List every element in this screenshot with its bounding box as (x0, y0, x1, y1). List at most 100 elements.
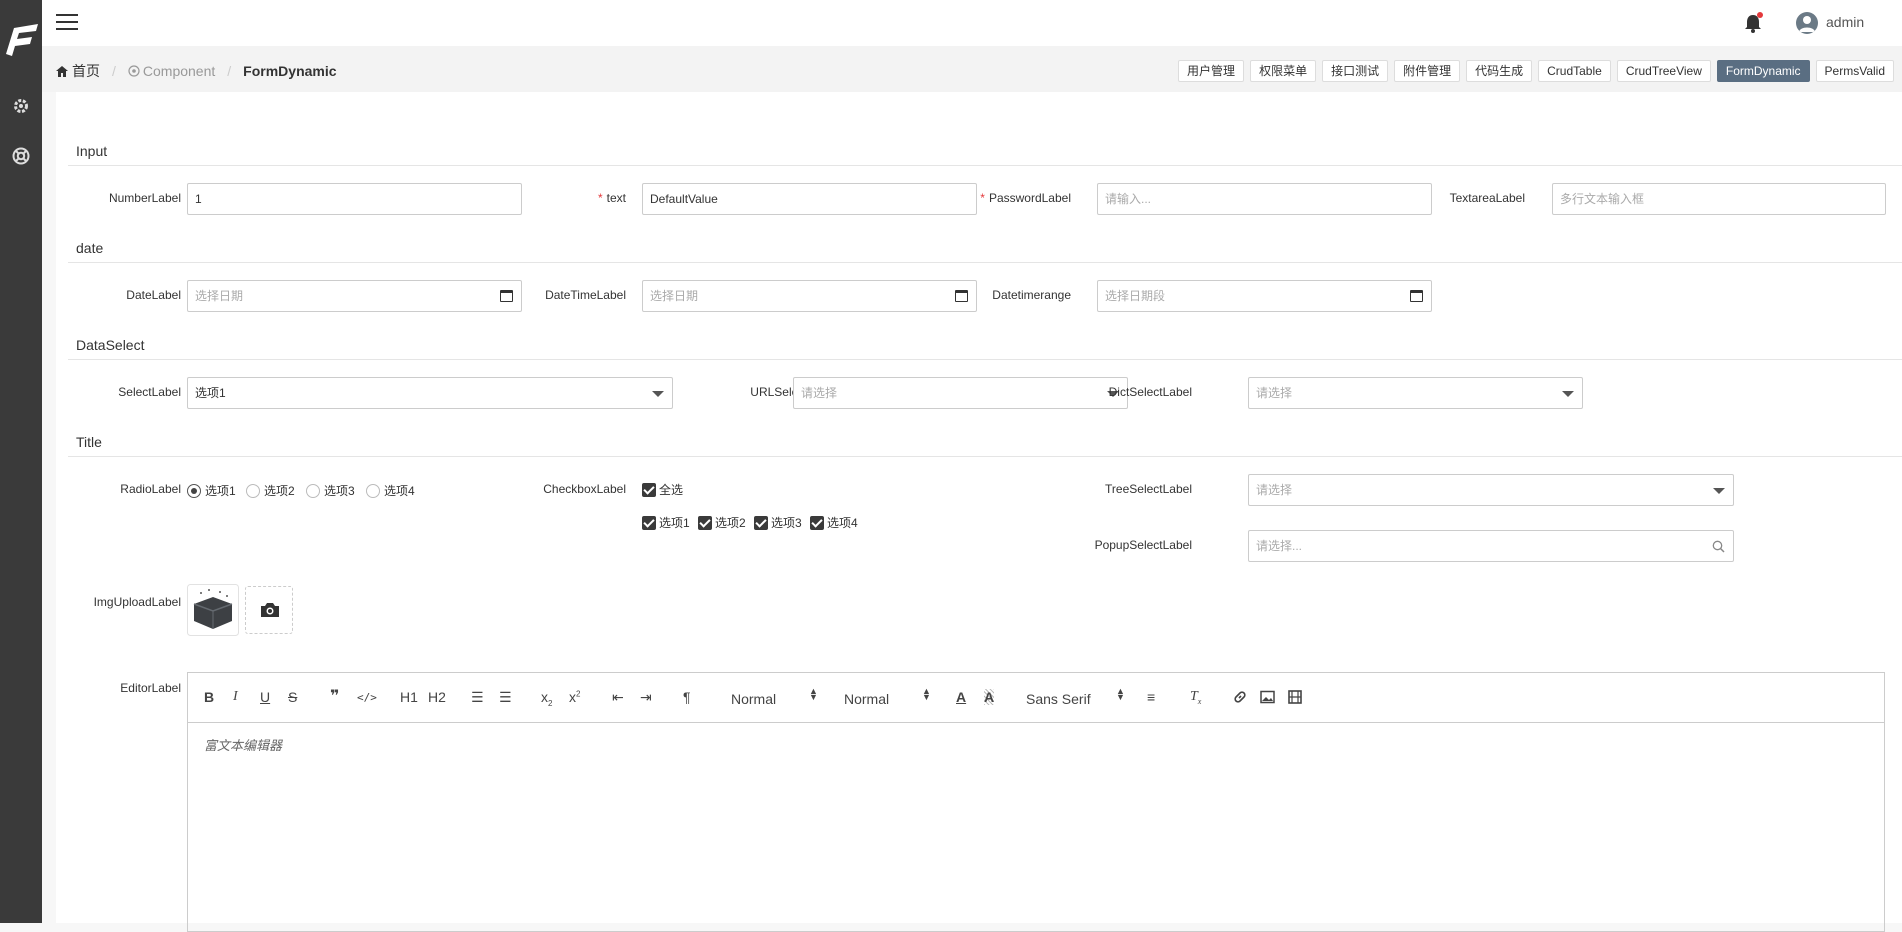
uploaded-image-thumbnail[interactable] (187, 584, 239, 636)
bold-button[interactable]: B (204, 689, 214, 705)
required-mark: * (597, 191, 603, 205)
subscript-button[interactable]: x2 (541, 689, 552, 708)
radio-button[interactable] (246, 483, 260, 498)
required-mark: * (980, 191, 985, 205)
link-icon[interactable] (1233, 690, 1247, 704)
text-input[interactable]: DefaultValue (642, 183, 977, 215)
code-block-button[interactable]: </> (357, 691, 377, 704)
blockquote-button[interactable]: ❞ (330, 686, 339, 706)
strikethrough-button[interactable]: S (288, 689, 297, 705)
bullet-list-icon[interactable]: ☰ (499, 689, 512, 706)
rich-text-editor[interactable]: B I U S ❞ </> H1 H2 ☰ ☰ x2 x2 ⇤ ⇥ ¶ Norm… (187, 672, 1885, 932)
tab-formdynamic[interactable]: FormDynamic (1716, 60, 1810, 82)
help-icon[interactable] (12, 147, 30, 165)
sidebar (0, 0, 42, 923)
password-input[interactable]: 请输入... (1097, 183, 1432, 215)
dict-select-label: DictSelectLabel (1108, 385, 1192, 399)
username[interactable]: admin (1826, 14, 1864, 30)
radio-option-3[interactable]: 选项3 (306, 482, 355, 499)
datetime-input[interactable]: 选择日期 (642, 280, 977, 312)
text-label: * text (597, 191, 626, 205)
chevron-down-icon (1562, 391, 1574, 397)
popup-select-label: PopupSelectLabel (1094, 538, 1192, 552)
header-1-button[interactable]: H1 (400, 689, 418, 705)
header-select[interactable]: Normal ▲ ▼ (731, 687, 818, 708)
radio-option-2[interactable]: 选项2 (246, 482, 295, 499)
radio-option-1[interactable]: 选项1 (187, 482, 236, 499)
tree-select-dropdown[interactable]: 请选择 (1248, 474, 1734, 506)
breadcrumb-parent[interactable]: Component (143, 63, 215, 79)
hamburger-icon[interactable] (56, 14, 78, 30)
breadcrumb-home[interactable]: 首页 (72, 61, 100, 81)
underline-button[interactable]: U (260, 689, 270, 705)
tab-permission-menu[interactable]: 权限菜单 (1250, 60, 1317, 82)
checkbox-option-1[interactable]: 选项1 (642, 514, 690, 531)
ordered-list-icon[interactable]: ☰ (471, 689, 484, 706)
checkbox[interactable] (642, 482, 656, 497)
tree-select-label: TreeSelectLabel (1105, 482, 1192, 496)
gear-icon[interactable] (12, 97, 30, 115)
radio-button[interactable] (366, 483, 380, 498)
text-color-icon[interactable]: A (956, 689, 966, 705)
checkbox[interactable] (642, 515, 656, 530)
daterange-input[interactable]: 选择日期段 (1097, 280, 1432, 312)
size-select[interactable]: Normal ▲ ▼ (844, 687, 931, 708)
checkbox[interactable] (698, 515, 712, 530)
section-title-title: Title (76, 434, 102, 450)
tab-code-generation[interactable]: 代码生成 (1466, 60, 1533, 82)
url-select-dropdown[interactable]: 请选择 (793, 377, 1128, 409)
checkbox-option-3[interactable]: 选项3 (754, 514, 802, 531)
outdent-icon[interactable]: ⇤ (612, 689, 624, 706)
top-bar: admin (42, 0, 1902, 46)
editor-label: EditorLabel (120, 681, 181, 695)
checkbox[interactable] (754, 515, 768, 530)
checkbox-select-all[interactable]: 全选 (642, 481, 683, 498)
date-input[interactable]: 选择日期 (187, 280, 522, 312)
tab-api-test[interactable]: 接口测试 (1322, 60, 1389, 82)
radio-option-4[interactable]: 选项4 (366, 482, 415, 499)
radio-button[interactable] (187, 483, 201, 498)
textarea-label: TextareaLabel (1449, 191, 1525, 205)
image-upload-button[interactable] (245, 586, 293, 634)
editor-placeholder: 富文本编辑器 (204, 738, 283, 753)
tab-crudtable[interactable]: CrudTable (1538, 60, 1611, 82)
video-icon[interactable] (1288, 690, 1302, 704)
superscript-button[interactable]: x2 (569, 689, 580, 705)
number-input[interactable]: 1 (187, 183, 522, 215)
popup-select-input[interactable]: 请选择... (1248, 530, 1734, 562)
background-color-icon[interactable]: A (984, 689, 995, 705)
section-divider (68, 165, 1902, 166)
search-icon[interactable] (1712, 540, 1725, 553)
checkbox-option-2[interactable]: 选项2 (698, 514, 746, 531)
calendar-icon[interactable] (955, 290, 968, 302)
datetime-label: DateTimeLabel (545, 288, 626, 302)
clear-format-icon[interactable]: Tx (1190, 689, 1201, 706)
component-icon (128, 65, 140, 77)
textarea-input[interactable]: 多行文本输入框 (1552, 183, 1886, 215)
user-avatar-icon[interactable] (1796, 12, 1818, 34)
header-2-button[interactable]: H2 (428, 689, 446, 705)
image-icon[interactable] (1260, 690, 1275, 704)
tab-bar: 用户管理 权限菜单 接口测试 附件管理 代码生成 CrudTable CrudT… (1172, 60, 1894, 82)
text-direction-icon[interactable]: ¶ (683, 689, 691, 705)
font-select[interactable]: Sans Serif ▲ ▼ (1026, 687, 1125, 708)
bell-icon[interactable] (1743, 11, 1765, 35)
tab-permsvalid[interactable]: PermsValid (1815, 60, 1894, 82)
camera-icon (261, 603, 279, 617)
breadcrumb: 首页 / Component / FormDynamic (56, 61, 337, 81)
checkbox[interactable] (810, 515, 824, 530)
select-dropdown[interactable]: 选项1 (187, 377, 673, 409)
tab-crudtreeview[interactable]: CrudTreeView (1616, 60, 1711, 82)
editor-toolbar: B I U S ❞ </> H1 H2 ☰ ☰ x2 x2 ⇤ ⇥ ¶ Norm… (188, 673, 1884, 723)
tab-user-management[interactable]: 用户管理 (1178, 60, 1245, 82)
calendar-icon[interactable] (1410, 290, 1423, 302)
radio-button[interactable] (306, 483, 320, 498)
indent-icon[interactable]: ⇥ (640, 689, 652, 706)
checkbox-option-4[interactable]: 选项4 (810, 514, 858, 531)
tab-attachment-management[interactable]: 附件管理 (1394, 60, 1461, 82)
app-logo[interactable] (2, 22, 40, 60)
italic-button[interactable]: I (233, 689, 238, 705)
calendar-icon[interactable] (500, 290, 513, 302)
dict-select-dropdown[interactable]: 请选择 (1248, 377, 1583, 409)
align-icon[interactable]: ≡ (1147, 689, 1155, 705)
